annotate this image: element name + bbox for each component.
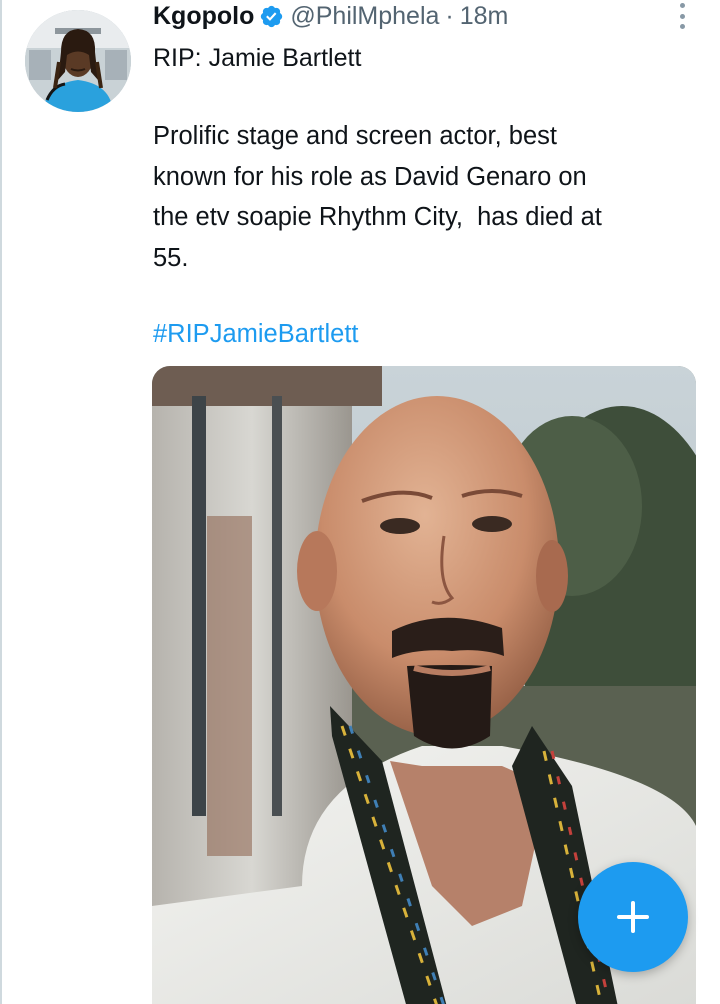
verified-badge-icon xyxy=(259,4,284,29)
tweet-title: RIP: Jamie Bartlett xyxy=(153,44,362,72)
plus-icon xyxy=(617,901,649,933)
tweet-header: Kgopolo @PhilMphela · 18m xyxy=(153,0,508,32)
more-dot xyxy=(679,13,685,19)
author-avatar[interactable] xyxy=(25,10,131,112)
column-divider xyxy=(0,0,2,1004)
separator-dot: · xyxy=(445,2,454,30)
tweet-title-block: RIP: Jamie Bartlett xyxy=(153,38,683,78)
author-handle[interactable]: @PhilMphela xyxy=(290,0,439,32)
tweet-timestamp[interactable]: 18m xyxy=(460,0,509,32)
author-name[interactable]: Kgopolo xyxy=(153,0,254,32)
more-dot xyxy=(679,24,685,29)
tweet-body-text: Prolific stage and screen actor, best kn… xyxy=(153,122,602,272)
avatar-photo xyxy=(25,10,131,112)
more-dot xyxy=(679,3,685,8)
compose-button[interactable] xyxy=(578,862,688,972)
hashtag-link[interactable]: #RIPJamieBartlett xyxy=(153,314,359,354)
more-vertical-icon[interactable] xyxy=(672,2,692,30)
tweet-detail-page: Kgopolo @PhilMphela · 18m RIP: Jamie Bar… xyxy=(0,0,720,1004)
